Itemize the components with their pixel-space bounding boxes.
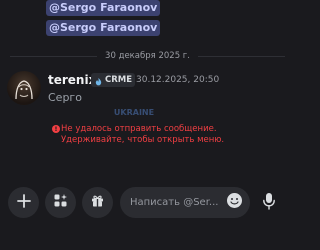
apps-button[interactable] (45, 187, 76, 218)
divider-date: 30 декабря 2025 г. (105, 51, 190, 61)
divider-line (10, 55, 98, 57)
gift-button[interactable] (82, 187, 113, 218)
message-composer: Написать @Ser... (0, 187, 295, 221)
apps-sparkle-icon (53, 193, 68, 212)
mention-row: @Sergo Faraonov (46, 0, 161, 16)
date-divider: 30 декабря 2025 г. (0, 50, 295, 62)
message-input-placeholder: Написать @Ser... (130, 197, 219, 208)
microphone-icon (262, 192, 276, 214)
emoji-button[interactable] (223, 192, 245, 214)
error-icon: ! (52, 125, 60, 133)
voice-message-button[interactable] (256, 187, 282, 218)
watermark-text: UKRAINE (113, 108, 155, 117)
message-input[interactable]: Написать @Ser... (120, 187, 250, 218)
divider-line (197, 55, 286, 57)
user-mention[interactable]: @Sergo Faraonov (46, 20, 161, 36)
avatar[interactable] (7, 71, 41, 105)
gift-icon (90, 193, 105, 212)
send-error-text: Не удалось отправить сообщение. Удержива… (61, 124, 225, 145)
server-tag-label: CRME (105, 75, 133, 85)
flame-icon (94, 71, 103, 90)
add-attachment-button[interactable] (8, 187, 39, 218)
user-mention[interactable]: @Sergo Faraonov (46, 0, 161, 16)
message-author[interactable]: terenix (48, 73, 96, 87)
plus-icon (16, 193, 31, 212)
send-error[interactable]: ! Не удалось отправить сообщение. Удержи… (52, 124, 281, 146)
message-timestamp: 30.12.2025, 20:50 (136, 75, 220, 85)
mention-row: @Sergo Faraonov (46, 20, 161, 36)
server-tag[interactable]: CRME (91, 71, 136, 90)
message-content[interactable]: Серго (48, 91, 82, 104)
emoji-smile-icon (226, 192, 243, 213)
